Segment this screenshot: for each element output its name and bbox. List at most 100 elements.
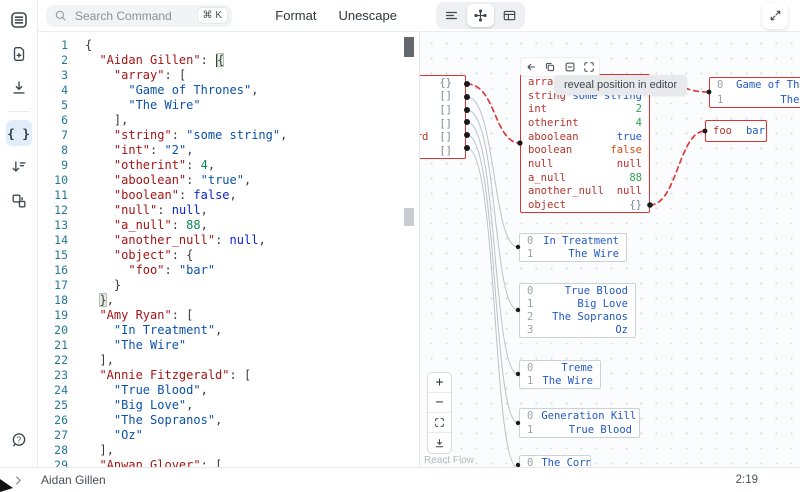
zoom-out-button[interactable]: − [428,393,451,413]
node-row: 0 Treme [527,361,593,374]
left-sidebar: { } ? [0,0,38,467]
line-number: 2 [61,53,68,67]
unescape-button[interactable]: Unescape [338,8,397,23]
mouse-cursor [0,479,13,492]
node-row: 1 True Blood [527,424,632,436]
line-number: 22 [54,353,68,367]
text-view-icon[interactable] [438,4,465,27]
json-code-editor[interactable]: 1{2 "Aidan Gillen": {3 "array": [4 "Game… [38,32,419,467]
node-row: [] [439,117,452,130]
code-line: 2 "Aidan Gillen": { [38,53,419,68]
node-row: 3 Oz [527,324,628,337]
graph-view-icon[interactable] [467,4,494,27]
node-row: 1The Wire [527,248,619,261]
graph-canvas[interactable]: {}[][][]rd[][]arraystringsome stringint2… [420,32,800,467]
node-row: foo bar [713,125,765,137]
node-row: 2 The Sopranos [527,311,628,324]
code-line: 11 "boolean": false, [38,188,419,203]
panel-divider [419,32,420,467]
code-line: 24 "True Blood", [38,383,419,398]
code-line: 18 }, [38,293,419,308]
new-document-icon[interactable] [6,41,32,67]
editor-header: ⌘ K Format Unescape [38,0,419,32]
node-row: object{} [528,199,642,212]
graph-node-annie[interactable]: 0 True Blood 1 Big Love 2 The Sopranos 3 Oz [519,283,636,338]
code-line: 4 "Game of Thrones", [38,83,419,98]
code-line: 16 "foo": "bar" [38,263,419,278]
code-line: 14 "another_null": null, [38,233,419,248]
code-lines: 1{2 "Aidan Gillen": {3 "array": [4 "Game… [38,38,419,467]
fullscreen-button[interactable] [762,2,788,29]
line-number: 24 [54,383,68,397]
node-row: 1 Big Love [527,297,628,310]
graph-node-alex[interactable]: 0 Generation Kill 1 True Blood [519,408,640,438]
node-row: a_null 88 [528,171,642,184]
line-number: 21 [54,338,68,352]
code-line: 15 "object": { [38,248,419,263]
line-number: 26 [54,413,68,427]
table-view-icon[interactable] [496,4,523,27]
code-line: 21 "The Wire" [38,338,419,353]
app-window: { } ? ⌘ K [0,0,800,492]
zoom-in-button[interactable]: + [428,373,451,393]
react-flow-attribution: React Flow [424,455,475,466]
line-number: 1 [61,38,68,52]
graph-node-amy[interactable]: 0 In Treatment 1 The Wire [519,233,627,262]
node-row: [] [439,90,452,103]
node-row: 0 Generation Kill [527,410,637,422]
tooltip: reveal position in editor [554,75,688,95]
focus-node-icon[interactable] [581,59,597,75]
back-icon[interactable] [523,59,539,75]
node-row: 0 True Blood [527,284,628,297]
node-row: 1The Wire [527,375,593,388]
graph-node-alice[interactable]: 0The Corner [519,455,591,467]
line-number: 11 [54,188,68,202]
copy-icon[interactable] [542,59,558,75]
node-row: [] [439,145,452,158]
code-line: 9 "otherint": 4, [38,158,419,173]
help-icon[interactable]: ? [6,427,32,453]
fit-view-button[interactable] [428,413,451,433]
json-editor-tab-icon[interactable]: { } [5,120,32,146]
search-input[interactable] [73,7,192,24]
line-number: 13 [54,218,68,232]
editor-overview-mark [404,208,414,226]
code-line: 26 "The Sopranos", [38,413,419,428]
line-number: 17 [54,278,68,292]
graph-node-got[interactable]: 0Game of Thrones1The Wire [709,77,800,108]
search-command-box[interactable]: ⌘ K [46,4,232,27]
zoom-controls: + − [427,372,452,454]
status-bar: Aidan Gillen 2:19 [0,467,800,492]
transform-icon[interactable] [6,188,32,214]
graph-node-foo[interactable]: foo bar [705,120,767,142]
line-number: 7 [61,128,68,142]
graph-node-anwan[interactable]: 0 Treme 1 The Wire [519,360,601,389]
code-line: 17 } [38,278,419,293]
collapse-node-icon[interactable] [562,59,578,75]
sort-icon[interactable] [6,154,32,180]
node-row: aboolean true [528,130,642,143]
view-switcher [436,2,525,29]
code-line: 6 ], [38,113,419,128]
breadcrumb: Aidan Gillen [41,473,106,487]
format-button[interactable]: Format [275,8,316,23]
app-logo-icon[interactable] [6,7,32,33]
download-icon[interactable] [6,75,32,101]
node-row: rd[] [420,131,452,144]
code-line: 5 "The Wire" [38,98,419,113]
code-line: 13 "a_null": 88, [38,218,419,233]
line-number: 23 [54,368,68,382]
node-row: otherint 4 [528,116,642,129]
line-number: 3 [61,68,68,82]
node-toolbar [520,57,600,77]
graph-node-root[interactable]: {}[][][]rd[][] [420,75,466,159]
editor-scrollbar-thumb[interactable] [404,37,414,57]
line-number: 14 [54,233,68,247]
node-row: 0The Corner [527,456,590,467]
code-line: 19 "Amy Ryan": [ [38,308,419,323]
code-line: 7 "string": "some string", [38,128,419,143]
search-icon [55,10,66,21]
line-number: 15 [54,248,68,262]
line-number: 29 [54,458,68,467]
download-image-button[interactable] [428,433,451,453]
